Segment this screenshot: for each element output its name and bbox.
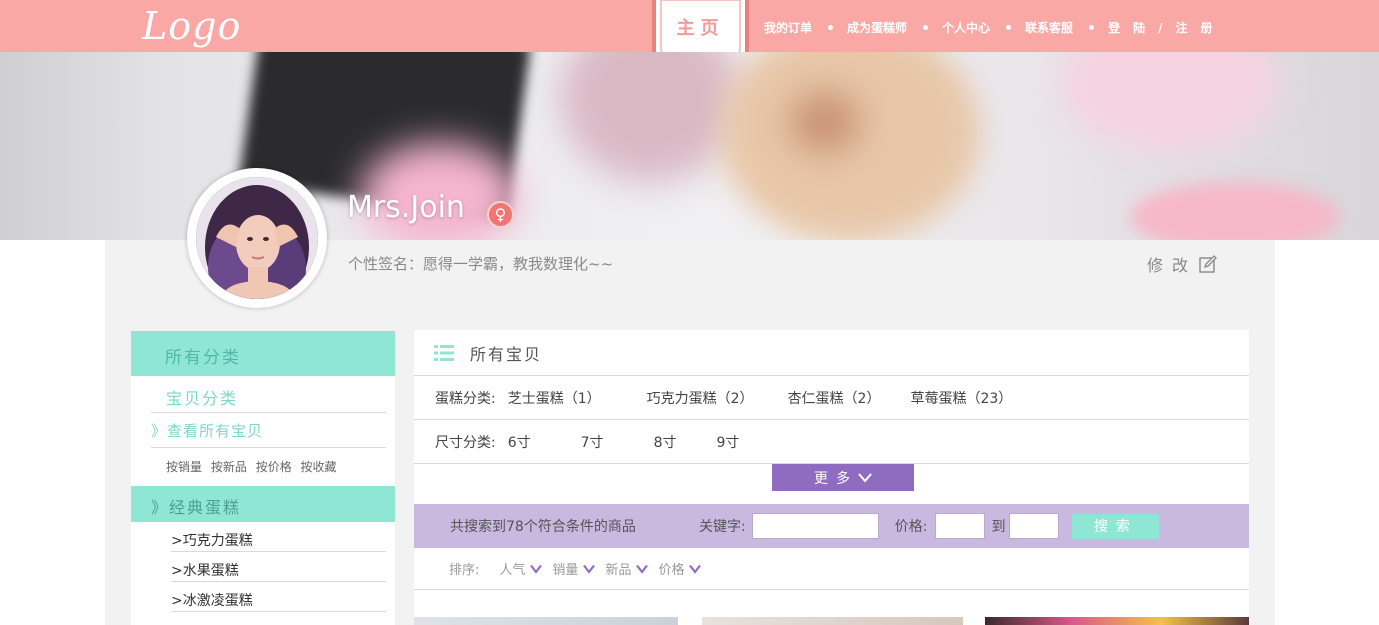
category-sidebar: 所有分类 宝贝分类 》查看所有宝贝 按销量 按新品 按价格 按收藏 》经典蛋糕 … (131, 331, 395, 625)
edit-profile-label: 修改 (1147, 256, 1198, 275)
more-filters-row: 更多 (414, 464, 1249, 504)
keyword-input[interactable] (751, 513, 879, 539)
banner-blur-shape (790, 92, 860, 152)
nav-customer-service[interactable]: 联系客服 (1025, 19, 1073, 36)
nav-separator-dot (1006, 24, 1012, 30)
size-filter-label: 尺寸分类: (435, 434, 496, 451)
search-bar: 共搜索到78个符合条件的商品 关键字: 价格: 到 搜索 (414, 504, 1249, 548)
nav-separator-dot (1089, 24, 1095, 30)
chevron-down-icon (858, 472, 872, 483)
filter-size-8[interactable]: 8寸 (654, 432, 677, 452)
keyword-label: 关键字: (699, 519, 746, 535)
chevron-down-icon (689, 564, 702, 574)
edit-profile-button[interactable]: 修改 (1147, 252, 1217, 276)
sidebar-sort-by-price[interactable]: 按价格 (256, 460, 292, 474)
sidebar-item-ice-cream-cake[interactable]: >冰激凌蛋糕 (171, 582, 386, 612)
price-from-input[interactable] (935, 513, 986, 539)
cake-category-filter: 蛋糕分类: 芝士蛋糕（1） 巧克力蛋糕（2） 杏仁蛋糕（2） 草莓蛋糕（23） (414, 376, 1249, 420)
sort-by-popularity[interactable]: 人气 (499, 559, 543, 578)
classic-cakes-header[interactable]: 》经典蛋糕 (131, 486, 395, 522)
filter-strawberry-cake[interactable]: 草莓蛋糕（23） (910, 388, 1012, 408)
avatar-portrait-icon (196, 177, 318, 299)
sidebar-sort-by-sales[interactable]: 按销量 (166, 460, 202, 474)
products-panel-header: 所有宝贝 (414, 330, 1249, 376)
main-nav: 我的订单 成为蛋糕师 个人中心 联系客服 登陆/注册 (764, 18, 1225, 36)
top-navigation-bar: Logo 主页 我的订单 成为蛋糕师 个人中心 联系客服 登陆/注册 (0, 0, 1379, 76)
female-gender-icon: ♀ (487, 201, 514, 228)
sort-row: 排序: 人气 销量 新品 价格 (414, 548, 1249, 590)
search-result-count: 共搜索到78个符合条件的商品 (450, 519, 636, 535)
filter-almond-cake[interactable]: 杏仁蛋糕（2） (788, 388, 881, 408)
product-thumbnail[interactable] (414, 617, 678, 625)
banner-blur-shape (1060, 52, 1280, 152)
chevron-down-icon (636, 564, 649, 574)
search-button[interactable]: 搜索 (1072, 513, 1160, 539)
logo[interactable]: Logo (142, 4, 241, 48)
sidebar-sort-by-new[interactable]: 按新品 (211, 460, 247, 474)
nav-separator-dot (828, 24, 834, 30)
all-categories-header: 所有分类 (131, 331, 395, 376)
price-to-label: 到 (991, 519, 1006, 535)
avatar[interactable] (187, 168, 327, 308)
price-to-input[interactable] (1009, 513, 1060, 539)
products-panel: 所有宝贝 蛋糕分类: 芝士蛋糕（1） 巧克力蛋糕（2） 杏仁蛋糕（2） 草莓蛋糕… (414, 330, 1249, 625)
chevron-down-icon (530, 564, 543, 574)
sort-label: 排序: (449, 563, 480, 578)
sort-by-price-label: 价格 (658, 563, 685, 578)
more-filters-label: 更多 (814, 470, 858, 487)
sidebar-item-chocolate-cake[interactable]: >巧克力蛋糕 (171, 522, 386, 552)
nav-personal-center[interactable]: 个人中心 (942, 19, 990, 36)
product-thumbnail[interactable] (985, 617, 1249, 625)
price-label: 价格: (894, 519, 928, 535)
filter-size-9[interactable]: 9寸 (716, 432, 739, 452)
more-filters-button[interactable]: 更多 (772, 464, 914, 491)
sort-by-popularity-label: 人气 (499, 563, 526, 578)
view-all-products-link[interactable]: 》查看所有宝贝 (151, 413, 386, 448)
banner-blur-shape (720, 52, 980, 240)
product-thumbnails-row (414, 617, 1249, 625)
chevron-down-icon (583, 564, 596, 574)
sort-by-sales[interactable]: 销量 (552, 559, 596, 578)
size-filter: 尺寸分类: 6寸 7寸 8寸 9寸 (414, 420, 1249, 464)
sidebar-sort-links: 按销量 按新品 按价格 按收藏 (166, 448, 395, 486)
sort-by-new[interactable]: 新品 (605, 559, 649, 578)
nav-my-orders[interactable]: 我的订单 (764, 19, 812, 36)
sort-by-new-label: 新品 (605, 563, 632, 578)
filter-cheese-cake[interactable]: 芝士蛋糕（1） (508, 388, 601, 408)
sort-by-sales-label: 销量 (552, 563, 579, 578)
home-tab-label: 主页 (676, 18, 725, 39)
sidebar-sort-by-favorites[interactable]: 按收藏 (301, 460, 337, 474)
nav-separator-dot (923, 24, 929, 30)
filter-size-7[interactable]: 7寸 (581, 432, 604, 452)
nav-login-register[interactable]: 登陆/注册 (1108, 19, 1225, 36)
product-thumbnail[interactable] (702, 617, 963, 625)
profile-signature: 个性签名：愿得一学霸，教我数理化~~ (348, 255, 614, 273)
product-categories-title: 宝贝分类 (151, 376, 386, 413)
banner-blur-shape (560, 52, 740, 182)
sidebar-item-fruit-cake[interactable]: >水果蛋糕 (171, 552, 386, 582)
nav-become-baker[interactable]: 成为蛋糕师 (847, 19, 907, 36)
profile-username: Mrs.Join (347, 190, 465, 225)
list-icon (434, 344, 454, 361)
edit-pencil-icon (1199, 255, 1217, 273)
avatar-photo (196, 177, 318, 299)
sort-by-price[interactable]: 价格 (658, 559, 702, 578)
cake-category-label: 蛋糕分类: (435, 390, 496, 407)
products-panel-title: 所有宝贝 (470, 344, 543, 364)
filter-size-6[interactable]: 6寸 (508, 432, 531, 452)
filter-chocolate-cake[interactable]: 巧克力蛋糕（2） (647, 388, 754, 408)
banner-blur-shape (1130, 182, 1340, 240)
